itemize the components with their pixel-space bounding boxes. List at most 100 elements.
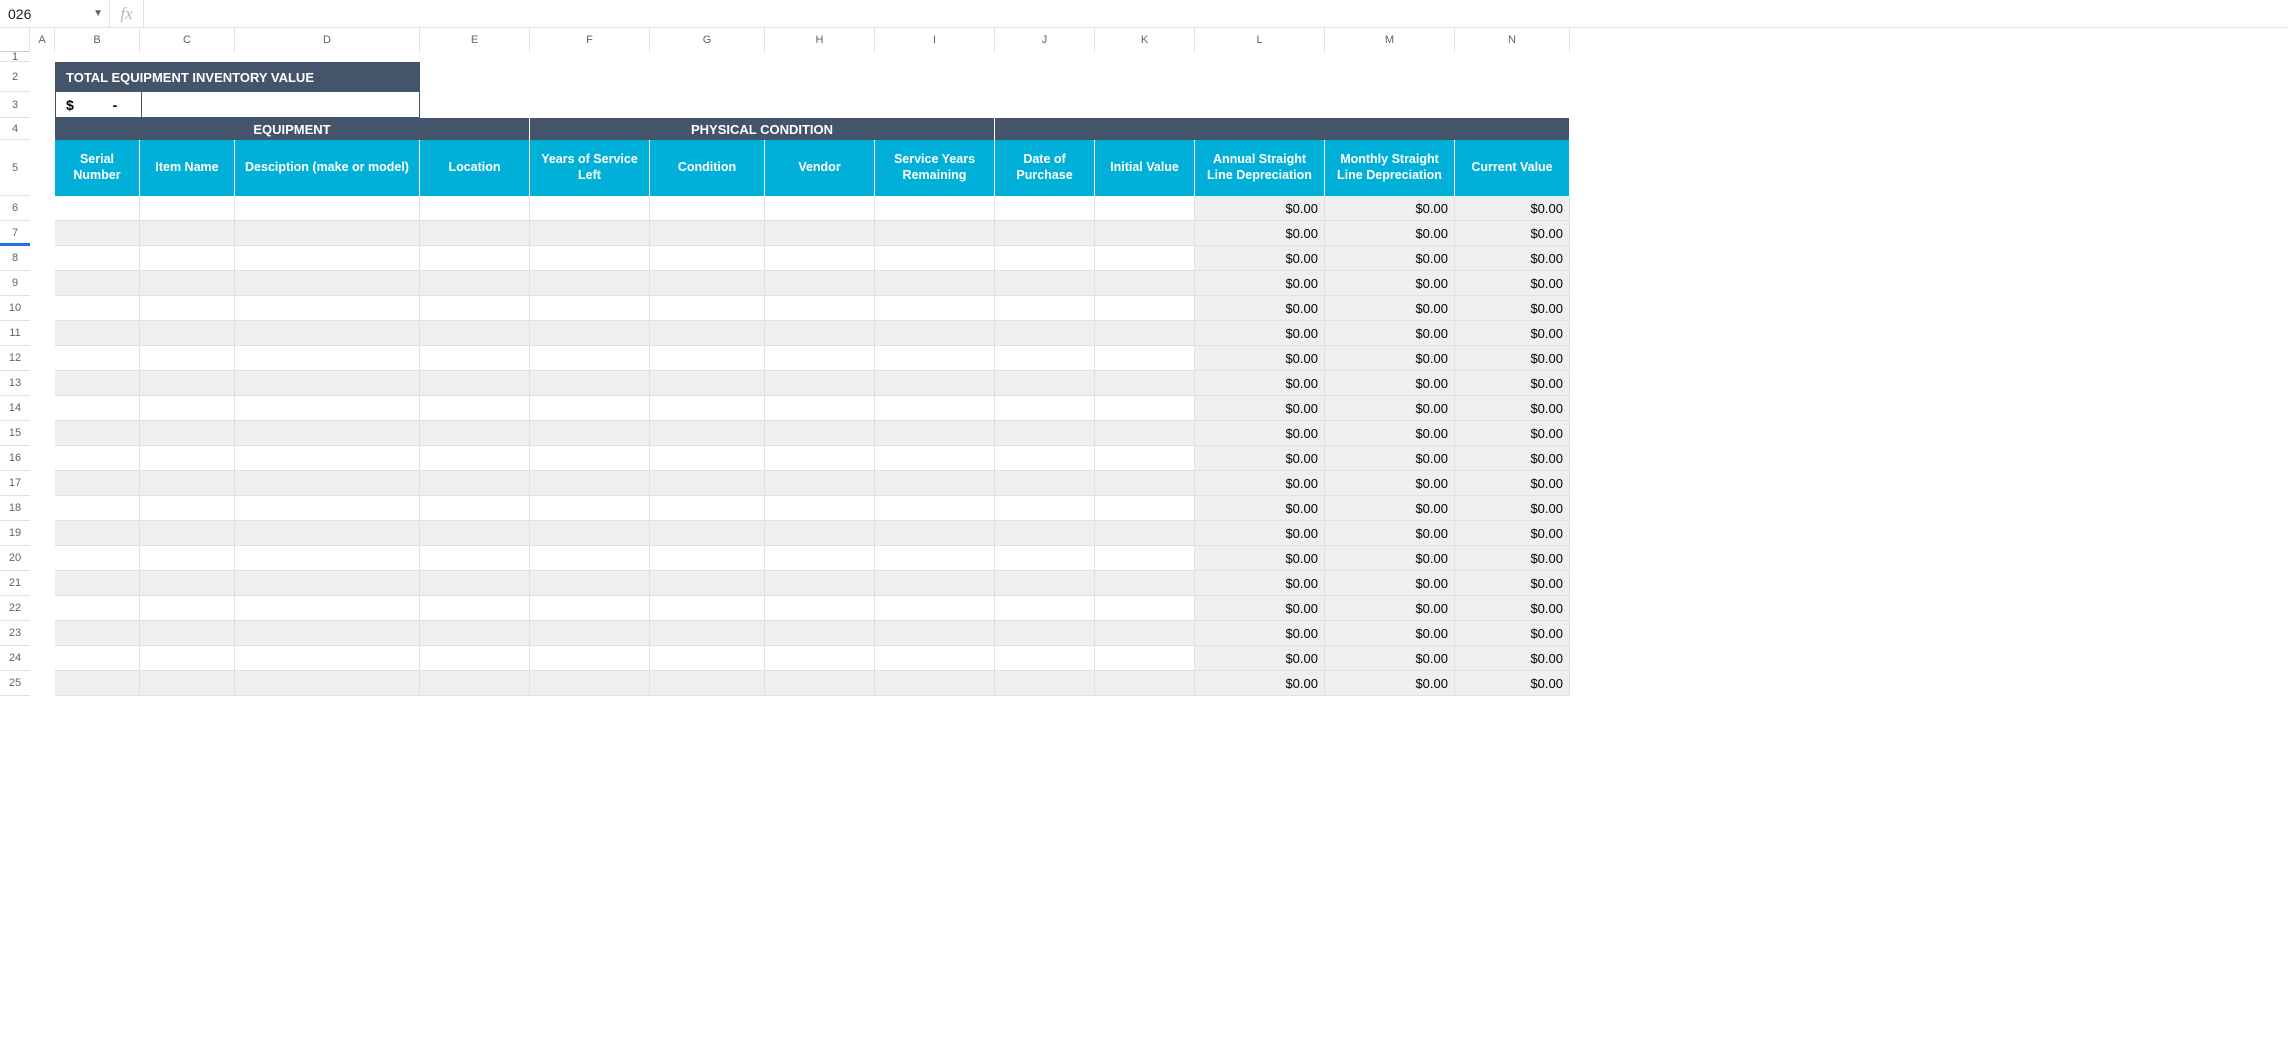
cell-B22[interactable] bbox=[55, 596, 140, 621]
cell-C8[interactable] bbox=[140, 246, 235, 271]
cell-H13[interactable] bbox=[765, 371, 875, 396]
cell-I16[interactable] bbox=[875, 446, 995, 471]
cell-D14[interactable] bbox=[235, 396, 420, 421]
cell-J25[interactable] bbox=[995, 671, 1095, 696]
cell-I8[interactable] bbox=[875, 246, 995, 271]
cell-B12[interactable] bbox=[55, 346, 140, 371]
cell-K14[interactable] bbox=[1095, 396, 1195, 421]
cell-N11[interactable]: $0.00 bbox=[1455, 321, 1570, 346]
cell-G8[interactable] bbox=[650, 246, 765, 271]
row-header-12[interactable]: 12 bbox=[0, 346, 30, 371]
column-header-D[interactable]: D bbox=[235, 28, 420, 52]
cell-D13[interactable] bbox=[235, 371, 420, 396]
cell-F21[interactable] bbox=[530, 571, 650, 596]
cell-E8[interactable] bbox=[420, 246, 530, 271]
cell-B25[interactable] bbox=[55, 671, 140, 696]
cell-H23[interactable] bbox=[765, 621, 875, 646]
cell-L12[interactable]: $0.00 bbox=[1195, 346, 1325, 371]
cell-J21[interactable] bbox=[995, 571, 1095, 596]
cell-L11[interactable]: $0.00 bbox=[1195, 321, 1325, 346]
cell-G20[interactable] bbox=[650, 546, 765, 571]
cell-B6[interactable] bbox=[55, 196, 140, 221]
cell-M7[interactable]: $0.00 bbox=[1325, 221, 1455, 246]
cell-I22[interactable] bbox=[875, 596, 995, 621]
cell-M22[interactable]: $0.00 bbox=[1325, 596, 1455, 621]
cell-E6[interactable] bbox=[420, 196, 530, 221]
cell-F12[interactable] bbox=[530, 346, 650, 371]
cell-N25[interactable]: $0.00 bbox=[1455, 671, 1570, 696]
cell-C18[interactable] bbox=[140, 496, 235, 521]
cell-M8[interactable]: $0.00 bbox=[1325, 246, 1455, 271]
name-box[interactable]: 026 ▼ bbox=[0, 0, 110, 27]
cell-I18[interactable] bbox=[875, 496, 995, 521]
cell-C12[interactable] bbox=[140, 346, 235, 371]
cell-C25[interactable] bbox=[140, 671, 235, 696]
cell-F18[interactable] bbox=[530, 496, 650, 521]
cell-F8[interactable] bbox=[530, 246, 650, 271]
cell-B9[interactable] bbox=[55, 271, 140, 296]
column-header-B[interactable]: B bbox=[55, 28, 140, 52]
cell-F22[interactable] bbox=[530, 596, 650, 621]
cell-N17[interactable]: $0.00 bbox=[1455, 471, 1570, 496]
cell-G12[interactable] bbox=[650, 346, 765, 371]
cell-F20[interactable] bbox=[530, 546, 650, 571]
cell-M20[interactable]: $0.00 bbox=[1325, 546, 1455, 571]
column-header-G[interactable]: G bbox=[650, 28, 765, 52]
cell-K19[interactable] bbox=[1095, 521, 1195, 546]
row-header-4[interactable]: 4 bbox=[0, 118, 30, 140]
cell-F14[interactable] bbox=[530, 396, 650, 421]
cell-K21[interactable] bbox=[1095, 571, 1195, 596]
cell-F7[interactable] bbox=[530, 221, 650, 246]
cell-N12[interactable]: $0.00 bbox=[1455, 346, 1570, 371]
column-header-E[interactable]: E bbox=[420, 28, 530, 52]
cell-J19[interactable] bbox=[995, 521, 1095, 546]
cell-K10[interactable] bbox=[1095, 296, 1195, 321]
cell-M9[interactable]: $0.00 bbox=[1325, 271, 1455, 296]
cell-E21[interactable] bbox=[420, 571, 530, 596]
cell-E23[interactable] bbox=[420, 621, 530, 646]
cell-B10[interactable] bbox=[55, 296, 140, 321]
cell-F6[interactable] bbox=[530, 196, 650, 221]
cell-F16[interactable] bbox=[530, 446, 650, 471]
cell-N18[interactable]: $0.00 bbox=[1455, 496, 1570, 521]
cell-E13[interactable] bbox=[420, 371, 530, 396]
formula-input[interactable] bbox=[144, 0, 2288, 27]
cell-J11[interactable] bbox=[995, 321, 1095, 346]
cell-J10[interactable] bbox=[995, 296, 1095, 321]
cell-I25[interactable] bbox=[875, 671, 995, 696]
cell-G24[interactable] bbox=[650, 646, 765, 671]
cell-I20[interactable] bbox=[875, 546, 995, 571]
cell-N7[interactable]: $0.00 bbox=[1455, 221, 1570, 246]
cell-B20[interactable] bbox=[55, 546, 140, 571]
cell-K8[interactable] bbox=[1095, 246, 1195, 271]
cell-C14[interactable] bbox=[140, 396, 235, 421]
spreadsheet-grid[interactable]: ABCDEFGHIJKLMN 1234567891011121314151617… bbox=[0, 28, 2288, 1064]
cell-L9[interactable]: $0.00 bbox=[1195, 271, 1325, 296]
cell-D10[interactable] bbox=[235, 296, 420, 321]
cell-I13[interactable] bbox=[875, 371, 995, 396]
cell-D12[interactable] bbox=[235, 346, 420, 371]
cell-J6[interactable] bbox=[995, 196, 1095, 221]
row-header-8[interactable]: 8 bbox=[0, 246, 30, 271]
cell-L16[interactable]: $0.00 bbox=[1195, 446, 1325, 471]
cell-I12[interactable] bbox=[875, 346, 995, 371]
cell-L25[interactable]: $0.00 bbox=[1195, 671, 1325, 696]
cell-L15[interactable]: $0.00 bbox=[1195, 421, 1325, 446]
cell-B18[interactable] bbox=[55, 496, 140, 521]
cell-G11[interactable] bbox=[650, 321, 765, 346]
cell-B8[interactable] bbox=[55, 246, 140, 271]
cell-E7[interactable] bbox=[420, 221, 530, 246]
cell-I17[interactable] bbox=[875, 471, 995, 496]
row-header-20[interactable]: 20 bbox=[0, 546, 30, 571]
cell-M23[interactable]: $0.00 bbox=[1325, 621, 1455, 646]
cell-N24[interactable]: $0.00 bbox=[1455, 646, 1570, 671]
cell-H7[interactable] bbox=[765, 221, 875, 246]
cell-B17[interactable] bbox=[55, 471, 140, 496]
cell-E12[interactable] bbox=[420, 346, 530, 371]
cell-D24[interactable] bbox=[235, 646, 420, 671]
cell-K24[interactable] bbox=[1095, 646, 1195, 671]
cell-F19[interactable] bbox=[530, 521, 650, 546]
cell-J13[interactable] bbox=[995, 371, 1095, 396]
cell-K18[interactable] bbox=[1095, 496, 1195, 521]
cell-J7[interactable] bbox=[995, 221, 1095, 246]
